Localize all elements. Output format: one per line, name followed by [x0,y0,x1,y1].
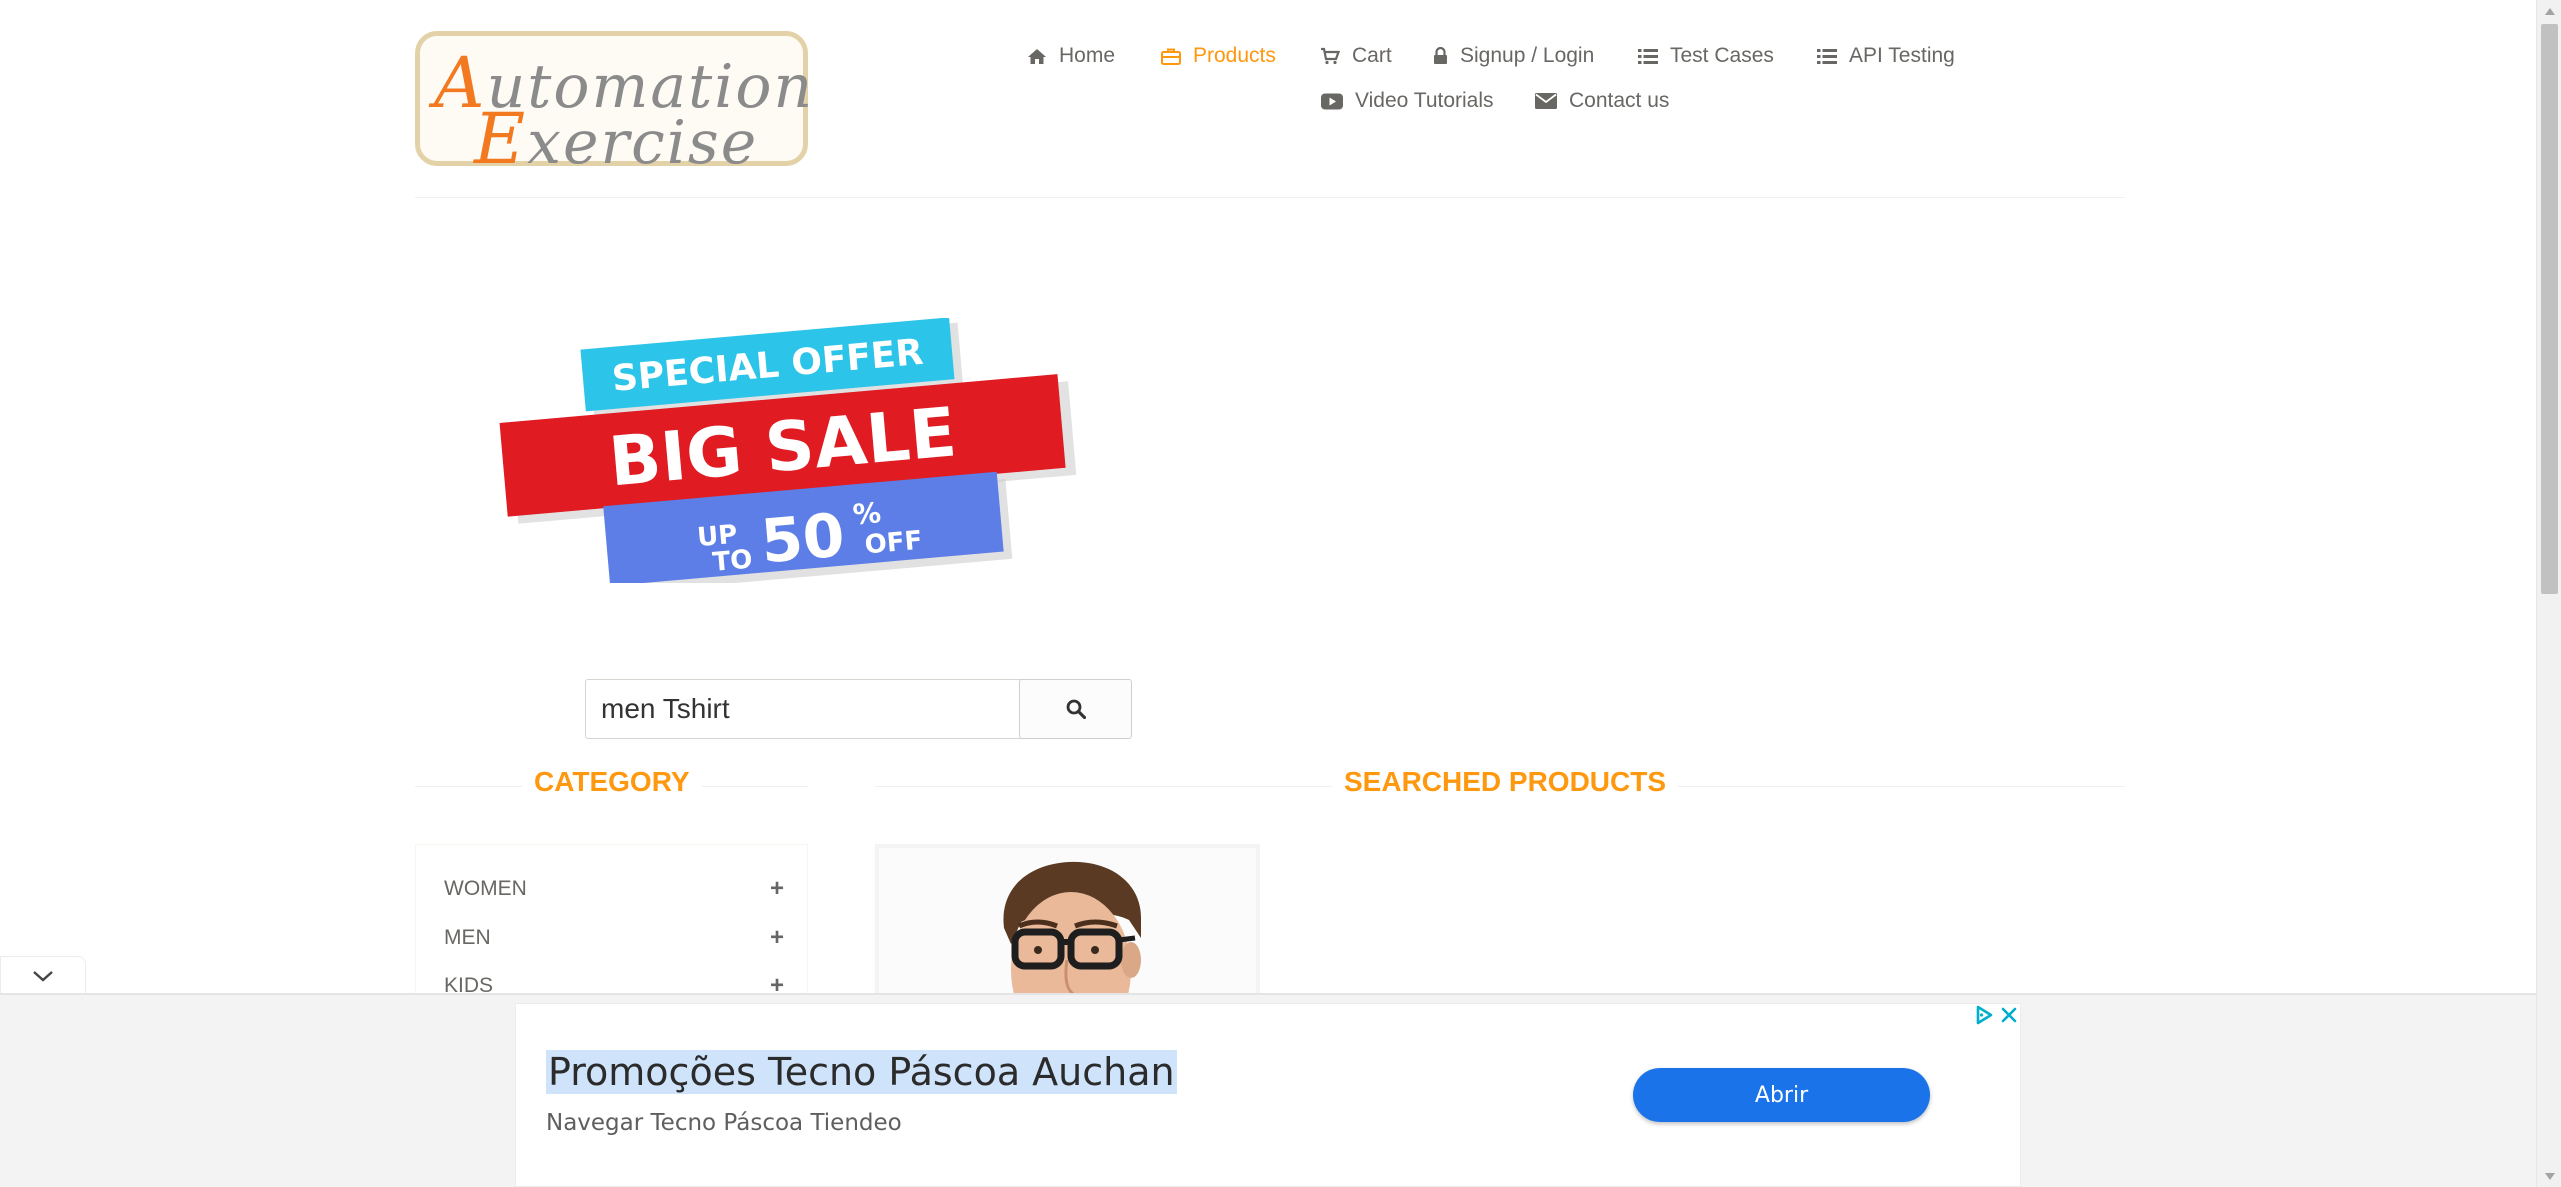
nav-home[interactable]: Home [1027,44,1115,68]
nav-products[interactable]: Products [1161,44,1276,68]
nav-products-label: Products [1193,44,1276,67]
nav-api-testing-label: API Testing [1849,44,1955,67]
chevron-down-icon [33,970,53,982]
ad-collapse-toggle[interactable] [0,956,86,994]
ad-open-button[interactable]: Abrir [1633,1068,1930,1122]
envelope-icon [1535,93,1557,109]
briefcase-icon [1161,48,1181,65]
youtube-icon [1321,93,1343,109]
scroll-up-arrow-icon[interactable] [2537,0,2561,22]
nav-cart-label: Cart [1352,44,1392,67]
cart-icon [1321,47,1340,65]
searched-products-heading: SEARCHED PRODUCTS [1332,766,1679,798]
banner-to: TO [711,544,753,577]
plus-icon[interactable]: + [770,875,784,903]
list-icon [1817,48,1837,64]
nav-video-tutorials-label: Video Tutorials [1355,89,1494,112]
search-product-input[interactable] [585,679,1025,739]
nav-signup-login-label: Signup / Login [1460,44,1595,67]
close-icon[interactable] [1998,1004,2020,1031]
scroll-down-arrow-icon[interactable] [2537,1165,2561,1187]
nav-contact-us[interactable]: Contact us [1535,89,1669,113]
home-icon [1028,48,1046,64]
nav-signup-login[interactable]: Signup / Login [1433,44,1594,68]
ad-title[interactable]: Promoções Tecno Páscoa Auchan [546,1050,1177,1094]
category-women[interactable]: WOMEN + [444,875,784,903]
nav-test-cases[interactable]: Test Cases [1638,44,1774,68]
sale-banner: SPECIAL OFFER BIG SALE UP TO 50 % OFF [499,318,1077,583]
page: Automation Exercise Home Products Cart S… [0,0,2561,1187]
plus-icon[interactable]: + [770,924,784,952]
nav-test-cases-label: Test Cases [1670,44,1774,67]
lock-icon [1434,47,1447,64]
category-men[interactable]: MEN + [444,924,784,952]
search-submit-button[interactable] [1019,679,1132,739]
nav-contact-us-label: Contact us [1569,89,1670,112]
vertical-scrollbar[interactable] [2536,0,2561,1187]
scrollbar-thumb[interactable] [2541,24,2558,594]
category-heading: CATEGORY [522,766,702,798]
nav-video-tutorials[interactable]: Video Tutorials [1321,89,1494,113]
banner-percent-sign: % [851,496,882,531]
header-divider [415,197,2125,198]
banner-off: OFF [864,526,924,561]
nav-cart[interactable]: Cart [1320,44,1392,68]
search-icon [1066,699,1086,719]
nav-home-label: Home [1059,44,1116,67]
banner-percent: 50 [758,500,847,577]
list-icon [1638,48,1658,64]
logo-line-2: Exercise [474,98,759,180]
ad-choices-icon[interactable] [1973,1004,1995,1031]
site-logo[interactable]: Automation Exercise [415,31,812,180]
ad-subtitle[interactable]: Navegar Tecno Páscoa Tiendeo [546,1110,902,1136]
nav-api-testing[interactable]: API Testing [1817,44,1955,68]
category-men-label: MEN [444,926,491,949]
category-women-label: WOMEN [444,877,527,900]
